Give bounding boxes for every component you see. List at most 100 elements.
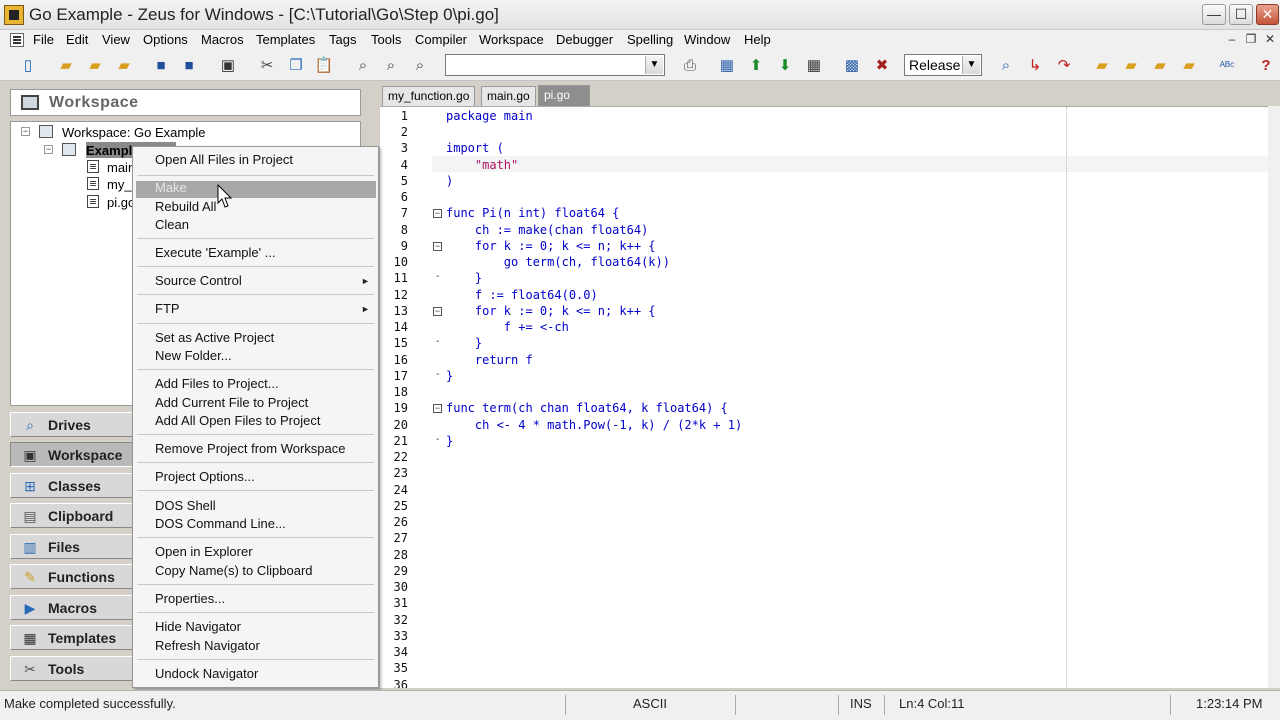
ctx-refresh-navigator[interactable]: Refresh Navigator: [155, 638, 260, 653]
ctx-execute[interactable]: Execute 'Example' ...: [155, 245, 276, 260]
ctx-open-in-explorer[interactable]: Open in Explorer: [155, 544, 253, 559]
zeus-app-icon[interactable]: [4, 5, 24, 25]
step-into-icon[interactable]: ↳: [1024, 55, 1046, 77]
nav-templates[interactable]: ▦ Templates: [10, 625, 134, 650]
mdi-close-icon[interactable]: ✕: [1262, 32, 1278, 47]
nav-files[interactable]: ▥ Files: [10, 534, 134, 559]
menu-tags[interactable]: Tags: [329, 32, 356, 47]
search-combo[interactable]: ▼: [445, 54, 665, 76]
tree-item-file[interactable]: main: [107, 160, 135, 175]
find-in-files-icon[interactable]: ⌕: [409, 55, 431, 77]
mdi-restore-icon[interactable]: ❐: [1243, 32, 1259, 47]
nav-functions[interactable]: ✎ Functions: [10, 564, 134, 589]
find-icon[interactable]: ⌕: [352, 55, 374, 77]
fold-toggle-icon[interactable]: −: [433, 209, 442, 218]
ctx-undock-navigator[interactable]: Undock Navigator: [155, 666, 258, 681]
tab-pi-go[interactable]: pi.go: [538, 85, 590, 106]
close-button[interactable]: ✕: [1256, 4, 1279, 25]
debug-find-icon[interactable]: ⌕: [995, 55, 1017, 77]
save-all-icon[interactable]: ■: [178, 55, 200, 77]
stop-icon[interactable]: ✖: [871, 55, 893, 77]
menu-view[interactable]: View: [102, 32, 130, 47]
ctx-properties[interactable]: Properties...: [155, 591, 225, 606]
bookmark-icon[interactable]: ▦: [716, 55, 738, 77]
ctx-set-active-project[interactable]: Set as Active Project: [155, 330, 274, 345]
open-folder-icon[interactable]: ▰: [55, 55, 77, 77]
menu-file[interactable]: File: [33, 32, 54, 47]
ctx-add-all-open-files[interactable]: Add All Open Files to Project: [155, 413, 320, 428]
print-preview-icon[interactable]: ▣: [217, 55, 239, 77]
ctx-make[interactable]: Make: [155, 180, 187, 195]
menu-templates[interactable]: Templates: [256, 32, 315, 47]
document-menu-icon[interactable]: [10, 33, 24, 47]
nav-drives[interactable]: ⌕ Drives: [10, 412, 134, 437]
ctx-source-control[interactable]: Source Control: [155, 273, 242, 288]
nav-macros[interactable]: ▶ Macros: [10, 595, 134, 620]
printer-icon[interactable]: ⎙: [679, 55, 701, 77]
ctx-new-folder[interactable]: New Folder...: [155, 348, 232, 363]
tree-item-file[interactable]: my_: [107, 177, 132, 192]
tool-2-icon[interactable]: ▰: [1120, 55, 1142, 77]
tree-item-file[interactable]: pi.go: [107, 195, 135, 210]
collapse-toggle-icon[interactable]: −: [44, 145, 53, 154]
cut-icon[interactable]: ✂: [256, 55, 278, 77]
paste-icon[interactable]: 📋: [313, 55, 335, 77]
fold-toggle-icon[interactable]: −: [433, 404, 442, 413]
arrow-up-icon[interactable]: ⬆: [745, 55, 767, 77]
spell-check-icon[interactable]: ᴬᴮᶜ: [1216, 55, 1238, 77]
menu-spelling[interactable]: Spelling: [627, 32, 673, 47]
build-config-select[interactable]: Release ▼: [904, 54, 982, 76]
ctx-dos-shell[interactable]: DOS Shell: [155, 498, 216, 513]
find-replace-icon[interactable]: ⌕: [380, 55, 402, 77]
ctx-project-options[interactable]: Project Options...: [155, 469, 255, 484]
ctx-remove-project[interactable]: Remove Project from Workspace: [155, 441, 346, 456]
menu-macros[interactable]: Macros: [201, 32, 244, 47]
mdi-minimize-icon[interactable]: –: [1224, 32, 1240, 47]
editor-scrollbar[interactable]: [1268, 106, 1280, 688]
menu-options[interactable]: Options: [143, 32, 188, 47]
menu-edit[interactable]: Edit: [66, 32, 88, 47]
save-icon[interactable]: ■: [150, 55, 172, 77]
tool-4-icon[interactable]: ▰: [1178, 55, 1200, 77]
fold-toggle-icon[interactable]: −: [433, 242, 442, 251]
nav-classes[interactable]: ⊞ Classes: [10, 473, 134, 498]
chevron-down-icon[interactable]: ▼: [645, 56, 663, 74]
chevron-down-icon[interactable]: ▼: [962, 56, 980, 74]
menu-window[interactable]: Window: [684, 32, 730, 47]
tool-1-icon[interactable]: ▰: [1091, 55, 1113, 77]
ctx-dos-command-line[interactable]: DOS Command Line...: [155, 516, 286, 531]
copy-icon[interactable]: ❐: [285, 55, 307, 77]
grid-icon[interactable]: ▦: [803, 55, 825, 77]
help-icon[interactable]: ?: [1255, 55, 1277, 77]
ctx-clean[interactable]: Clean: [155, 217, 189, 232]
collapse-toggle-icon[interactable]: −: [21, 127, 30, 136]
menu-tools[interactable]: Tools: [371, 32, 401, 47]
minimize-button[interactable]: —: [1202, 4, 1226, 25]
tab-main-go[interactable]: main.go: [481, 86, 536, 106]
new-file-icon[interactable]: ▯: [17, 55, 39, 77]
ctx-ftp[interactable]: FTP: [155, 301, 180, 316]
menu-compiler[interactable]: Compiler: [415, 32, 467, 47]
menu-debugger[interactable]: Debugger: [556, 32, 613, 47]
ctx-rebuild-all[interactable]: Rebuild All: [155, 199, 216, 214]
ctx-open-all-files[interactable]: Open All Files in Project: [155, 152, 293, 167]
menu-help[interactable]: Help: [744, 32, 771, 47]
tree-item-workspace[interactable]: Workspace: Go Example: [62, 125, 206, 140]
arrow-down-icon[interactable]: ⬇: [774, 55, 796, 77]
nav-clipboard[interactable]: ▤ Clipboard: [10, 503, 134, 528]
ctx-add-files[interactable]: Add Files to Project...: [155, 376, 279, 391]
open-workspace-icon[interactable]: ▰: [84, 55, 106, 77]
tool-3-icon[interactable]: ▰: [1149, 55, 1171, 77]
nav-workspace[interactable]: ▣ Workspace: [10, 442, 134, 467]
nav-tools[interactable]: ✂ Tools: [10, 656, 134, 681]
ctx-hide-navigator[interactable]: Hide Navigator: [155, 619, 241, 634]
maximize-button[interactable]: ☐: [1229, 4, 1253, 25]
ctx-copy-names[interactable]: Copy Name(s) to Clipboard: [155, 563, 313, 578]
fold-toggle-icon[interactable]: −: [433, 307, 442, 316]
menu-workspace[interactable]: Workspace: [479, 32, 544, 47]
open-project-icon[interactable]: ▰: [113, 55, 135, 77]
code-editor[interactable]: 1 2 3 4 5 6 7 8 9 10 11 12 13 14 15 16 1…: [380, 106, 1280, 688]
step-over-icon[interactable]: ↷: [1053, 55, 1075, 77]
ctx-add-current-file[interactable]: Add Current File to Project: [155, 395, 308, 410]
tab-my-function-go[interactable]: my_function.go: [382, 86, 476, 106]
